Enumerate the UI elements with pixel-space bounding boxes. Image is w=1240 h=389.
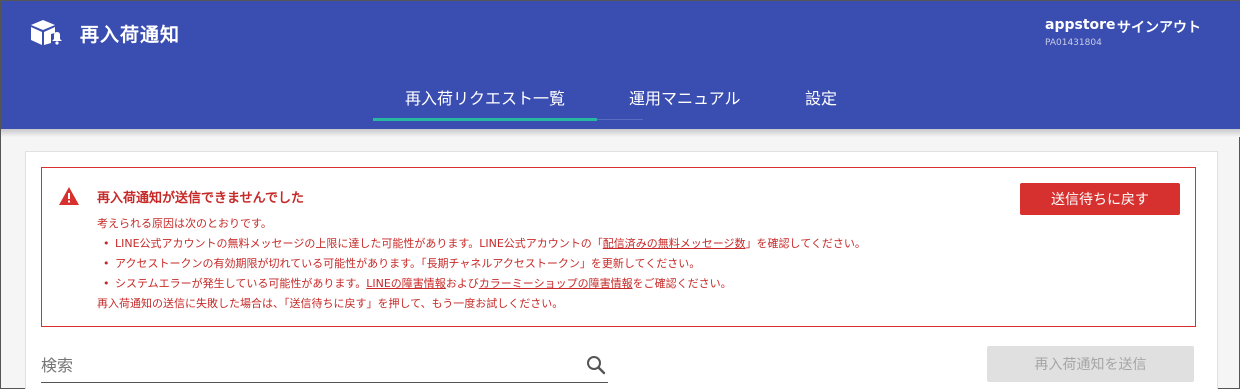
account-name: appstore — [1045, 17, 1116, 33]
colorme-status-link[interactable]: カラーミーショップの障害情報 — [479, 277, 633, 290]
reason-item-token-expired: アクセストークンの有効期限が切れている可能性があります。「長期チャネルアクセスト… — [97, 254, 866, 274]
alert-footer: 再入荷通知の送信に失敗した場合は、「送信待ちに戻す」を押して、もう一度お試しくだ… — [97, 297, 564, 310]
reason-list: LINE公式アカウントの無料メッセージの上限に達した可能性があります。LINE公… — [97, 234, 866, 294]
reason-text: LINE公式アカウントの無料メッセージの上限に達した可能性があります。LINE公… — [115, 237, 603, 250]
search-field — [41, 347, 608, 383]
reason-text: 」を確認してください。 — [745, 237, 866, 250]
package-bell-icon — [31, 20, 62, 45]
tab-settings[interactable]: 設定 — [805, 85, 837, 109]
return-to-pending-button[interactable]: 送信待ちに戻す — [1020, 183, 1180, 215]
reason-item-free-message-limit: LINE公式アカウントの無料メッセージの上限に達した可能性があります。LINE公… — [97, 234, 866, 254]
reason-text: および — [445, 277, 479, 290]
alert-title: 再入荷通知が送信できませんでした — [97, 191, 304, 206]
search-icon[interactable] — [584, 353, 608, 377]
reason-item-system-error: システムエラーが発生している可能性があります。LINEの障害情報およびカラーミー… — [97, 274, 866, 294]
send-restock-notification-button[interactable]: 再入荷通知を送信 — [987, 346, 1194, 382]
tab-divider — [597, 119, 643, 120]
reason-text: システムエラーが発生している可能性があります。 — [115, 277, 367, 290]
reason-text: アクセストークンの有効期限が切れている可能性があります。「長期チャネルアクセスト… — [115, 257, 701, 270]
tab-restock-requests[interactable]: 再入荷リクエスト一覧 — [405, 85, 565, 109]
account-id: PA01431804 — [1045, 38, 1102, 48]
alert-intro: 考えられる原因は次のとおりです。 — [97, 217, 272, 230]
delivered-messages-link[interactable]: 配信済みの無料メッセージ数 — [603, 237, 746, 250]
account-info: appstore PA01431804 — [1045, 17, 1116, 48]
active-tab-indicator — [373, 118, 597, 121]
reason-text: をご確認ください。 — [632, 277, 732, 290]
header-shadow — [1, 129, 1240, 137]
signout-link[interactable]: サインアウト — [1117, 17, 1201, 37]
line-status-link[interactable]: LINEの障害情報 — [366, 277, 446, 290]
tab-manual[interactable]: 運用マニュアル — [629, 85, 741, 109]
search-input[interactable] — [41, 352, 571, 378]
app-title: 再入荷通知 — [80, 24, 181, 46]
app-header: 再入荷通知 appstore PA01431804 サインアウト 再入荷リクエス… — [1, 1, 1240, 129]
alert-body: 考えられる原因は次のとおりです。 LINE公式アカウントの無料メッセージの上限に… — [97, 214, 866, 314]
warning-icon — [59, 187, 79, 205]
